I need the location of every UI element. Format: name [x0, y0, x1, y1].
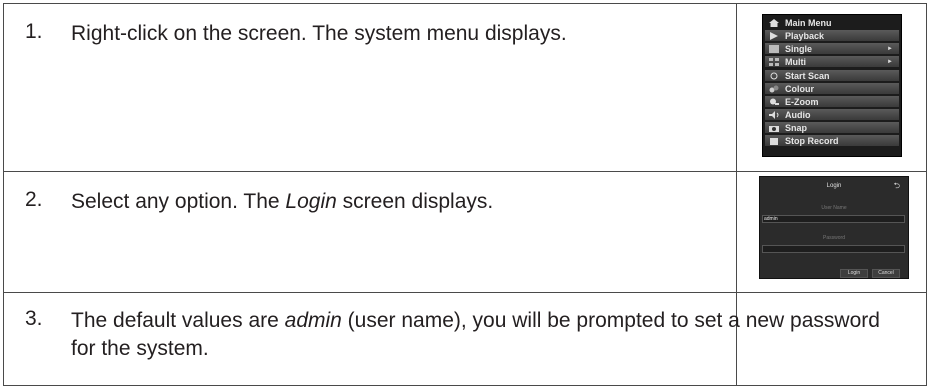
step-number: 1. — [25, 20, 43, 43]
menu-item-label: Colour — [785, 83, 814, 94]
menu-item-label: Start Scan — [785, 70, 830, 81]
record-icon — [769, 137, 779, 145]
scan-icon — [769, 72, 779, 80]
menu-item-label: Main Menu — [785, 17, 832, 28]
single-view-icon — [769, 44, 779, 53]
step-text-part: The default values are — [71, 309, 285, 332]
menu-item-start-scan[interactable]: Start Scan — [765, 70, 899, 81]
login-screen: Login ⮌ User Name admin Password Login C… — [759, 176, 909, 279]
cancel-button[interactable]: Cancel — [872, 269, 900, 278]
menu-item-label: Audio — [785, 109, 811, 120]
colour-icon — [769, 85, 779, 93]
menu-item-playback[interactable]: Playback — [765, 30, 899, 41]
menu-item-label: Snap — [785, 122, 808, 133]
zoom-icon — [769, 98, 779, 106]
login-title: Login — [826, 183, 842, 189]
menu-item-label: E-Zoom — [785, 96, 819, 107]
user-name-label: User Name — [821, 205, 847, 211]
home-icon — [769, 18, 779, 27]
menu-item-single[interactable]: Single ► — [765, 43, 899, 54]
step-text-part: Select any option. The — [71, 190, 286, 213]
step-text-emphasis: admin — [284, 309, 342, 332]
menu-item-audio[interactable]: Audio — [765, 109, 899, 120]
step-text-part: screen displays. — [336, 190, 494, 213]
step-text-emphasis: Login — [285, 190, 337, 213]
step-text: Select any option. The Login screen disp… — [71, 188, 493, 216]
user-name-field[interactable]: admin — [762, 215, 905, 223]
menu-item-colour[interactable]: Colour — [765, 83, 899, 94]
menu-item-label: Stop Record — [785, 135, 839, 146]
menu-item-label: Single — [785, 43, 813, 54]
system-context-menu: Main Menu Playback Single ► Multi ► Star… — [762, 14, 902, 157]
submenu-arrow-icon: ► — [887, 58, 893, 65]
step-number: 3. — [25, 307, 43, 330]
menu-item-e-zoom[interactable]: E-Zoom — [765, 96, 899, 107]
menu-item-label: Playback — [785, 30, 825, 41]
step-row-3: 3. The default values are admin (user na… — [4, 293, 926, 385]
menu-item-label: Multi — [785, 56, 806, 67]
menu-item-main-menu[interactable]: Main Menu — [765, 17, 899, 28]
back-icon[interactable]: ⮌ — [894, 180, 900, 194]
password-field[interactable] — [762, 245, 905, 253]
menu-item-multi[interactable]: Multi ► — [765, 56, 899, 67]
submenu-arrow-icon: ► — [887, 45, 893, 52]
step-number: 2. — [25, 188, 43, 211]
step-text: Right-click on the screen. The system me… — [71, 22, 567, 45]
password-label: Password — [823, 235, 845, 241]
menu-item-stop-record[interactable]: Stop Record — [765, 135, 899, 146]
camera-icon — [769, 124, 779, 132]
play-icon — [769, 31, 779, 40]
audio-icon — [769, 110, 779, 119]
menu-item-snap[interactable]: Snap — [765, 122, 899, 133]
multi-view-icon — [769, 57, 779, 66]
step-text: The default values are admin (user name)… — [71, 307, 891, 363]
login-button[interactable]: Login — [840, 269, 868, 278]
